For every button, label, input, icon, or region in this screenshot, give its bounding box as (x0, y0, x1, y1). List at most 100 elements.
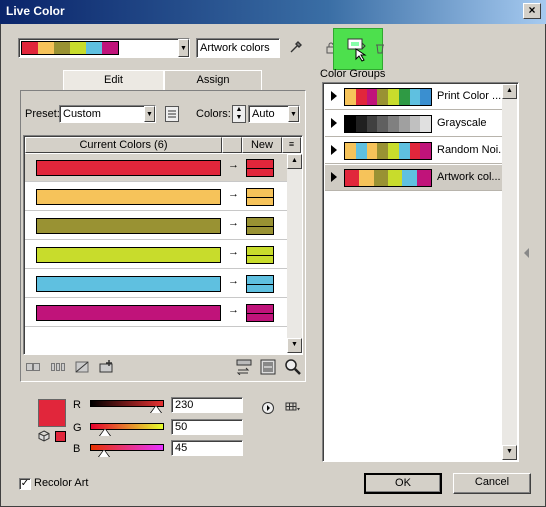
groups-scroll-down-button[interactable]: ▼ (502, 445, 517, 460)
new-color-swatch[interactable] (246, 304, 274, 322)
expand-triangle-icon[interactable] (331, 172, 337, 182)
table-scrollbar[interactable] (287, 154, 302, 353)
table-row[interactable]: → (25, 212, 287, 240)
current-color-bar[interactable] (36, 160, 221, 176)
arrow-right-icon[interactable]: → (228, 304, 239, 316)
table-row[interactable]: → (25, 183, 287, 211)
g-value-input[interactable]: 50 (171, 419, 243, 435)
expand-triangle-icon[interactable] (331, 91, 337, 101)
chevron-down-icon[interactable]: ▼ (288, 106, 299, 122)
separate-colors-icon[interactable] (51, 362, 65, 372)
ok-button[interactable]: OK (364, 473, 442, 494)
r-slider-thumb[interactable] (150, 405, 162, 413)
cancel-button[interactable]: Cancel (453, 473, 531, 494)
search-icon[interactable] (284, 358, 302, 376)
color-group-row[interactable]: Random Noi... (325, 138, 507, 164)
colors-stepper[interactable]: ▲ ▼ (232, 105, 246, 123)
randomize-order-icon[interactable] (236, 359, 252, 376)
table-row[interactable]: → (25, 241, 287, 269)
scroll-up-button[interactable]: ▲ (287, 154, 302, 169)
cube-icon[interactable] (38, 430, 50, 442)
g-slider-thumb[interactable] (99, 428, 111, 436)
table-menu-icon[interactable]: ≡ (282, 137, 301, 153)
group-swatch (345, 170, 360, 186)
collapse-panel-icon[interactable] (522, 238, 532, 268)
group-name-value: Artwork colors (200, 42, 270, 54)
artwork-swatch (102, 42, 118, 54)
tab-edit[interactable]: Edit (63, 70, 164, 90)
color-group-name: Random Noi... (437, 144, 508, 156)
artwork-swatch-strip (21, 41, 119, 55)
eyedropper-icon[interactable] (289, 40, 303, 54)
b-slider-thumb[interactable] (98, 449, 110, 457)
arrow-right-icon[interactable]: → (228, 217, 239, 229)
color-group-row[interactable]: Artwork col... (325, 165, 502, 191)
close-button[interactable]: × (523, 3, 541, 19)
group-swatch (345, 89, 356, 105)
r-label: R (73, 399, 81, 411)
artwork-swatch (38, 42, 54, 54)
recolor-art-checkbox[interactable]: ✓ (19, 478, 31, 490)
colors-select[interactable]: Auto ▼ (248, 105, 300, 123)
group-swatch (420, 89, 431, 105)
group-swatch (345, 116, 356, 132)
active-color-swatch[interactable] (38, 399, 66, 427)
new-color-swatch[interactable] (246, 159, 274, 177)
group-swatch (402, 170, 417, 186)
tab-assign[interactable]: Assign (164, 70, 262, 90)
color-group-swatches[interactable] (344, 88, 432, 106)
preset-select[interactable]: Custom ▼ (59, 105, 156, 123)
preset-options-icon[interactable] (165, 106, 179, 122)
title-bar[interactable] (0, 0, 546, 24)
delete-group-icon[interactable] (375, 42, 385, 54)
exclude-colors-icon[interactable] (75, 361, 89, 373)
color-group-row[interactable]: Print Color ... (325, 84, 502, 110)
table-row[interactable]: → (25, 270, 287, 298)
new-header[interactable]: New (242, 137, 282, 153)
r-value-input[interactable]: 230 (171, 397, 243, 413)
expand-triangle-icon[interactable] (331, 145, 337, 155)
new-color-swatch[interactable] (246, 188, 274, 206)
group-name-input[interactable]: Artwork colors (196, 38, 280, 58)
chevron-down-icon[interactable]: ▼ (178, 39, 189, 57)
color-group-swatches[interactable] (344, 169, 432, 187)
current-color-bar[interactable] (36, 218, 221, 234)
b-value-input[interactable]: 45 (171, 440, 243, 456)
new-row-icon[interactable] (99, 359, 115, 373)
current-color-bar[interactable] (36, 305, 221, 321)
arrow-right-icon[interactable]: → (228, 159, 239, 171)
g-label: G (73, 422, 82, 434)
color-group-swatches[interactable] (344, 142, 432, 160)
chevron-down-icon[interactable]: ▼ (144, 106, 155, 122)
group-swatch (366, 143, 378, 159)
new-color-swatch[interactable] (246, 217, 274, 235)
scroll-down-button[interactable]: ▼ (287, 338, 302, 353)
current-colors-header[interactable]: Current Colors (6) (25, 137, 222, 153)
link-colors-icon[interactable] (26, 362, 40, 372)
arrow-right-icon[interactable]: → (228, 275, 239, 287)
table-row[interactable]: → (25, 154, 287, 182)
color-mode-grid-icon[interactable] (285, 402, 301, 412)
color-group-row[interactable]: Grayscale (325, 111, 502, 137)
group-swatch (366, 89, 378, 105)
groups-scroll-up-button[interactable]: ▲ (502, 84, 517, 99)
recolor-art-label[interactable]: Recolor Art (34, 477, 88, 489)
new-color-swatch[interactable] (246, 275, 274, 293)
current-color-bar[interactable] (36, 247, 221, 263)
group-swatch (409, 89, 421, 105)
small-color-swatch[interactable] (55, 431, 66, 442)
current-color-bar[interactable] (36, 189, 221, 205)
colors-label: Colors: (196, 108, 231, 120)
current-color-bar[interactable] (36, 276, 221, 292)
new-color-swatch[interactable] (246, 246, 274, 264)
groups-scrollbar[interactable] (502, 84, 517, 460)
artwork-swatch-dropdown[interactable]: ▼ (18, 38, 190, 58)
color-group-swatches[interactable] (344, 115, 432, 133)
group-swatch (388, 89, 399, 105)
expand-triangle-icon[interactable] (331, 118, 337, 128)
arrow-right-icon[interactable]: → (228, 246, 239, 258)
arrow-right-icon[interactable]: → (228, 188, 239, 200)
table-row[interactable]: → (25, 299, 287, 327)
slider-menu-icon[interactable] (262, 402, 274, 414)
randomize-saturation-icon[interactable] (260, 359, 276, 375)
